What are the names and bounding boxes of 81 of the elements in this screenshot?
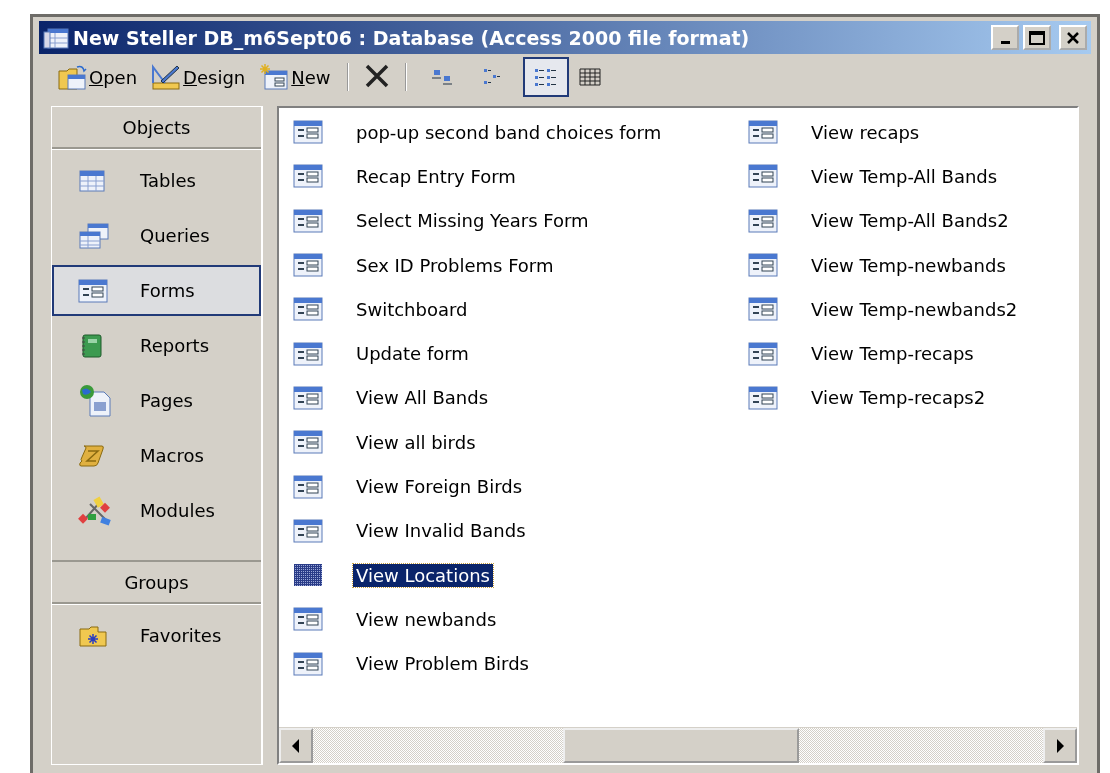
minimize-button[interactable] (991, 25, 1019, 50)
list-item[interactable]: View Temp-recaps2 (808, 386, 989, 410)
form-icon (293, 651, 323, 676)
window-title: New Steller DB_m6Sept06 : Database (Access 2000 file format) (73, 26, 751, 49)
form-icon (748, 164, 778, 189)
web-page-icon (78, 383, 112, 418)
list-item[interactable]: View Invalid Bands (353, 519, 529, 543)
list-item[interactable]: pop-up second band choices form (353, 120, 665, 144)
folder-icon (78, 623, 108, 648)
design-button[interactable]: Design (147, 60, 250, 94)
form-icon (293, 430, 323, 455)
list-item[interactable]: Update form (353, 342, 472, 366)
scroll-right-button[interactable] (1043, 728, 1077, 763)
new-form-icon (259, 63, 290, 91)
form-icon (748, 208, 778, 233)
section-header[interactable]: Groups (52, 560, 261, 604)
form-icon (293, 164, 323, 189)
minimize-icon (1000, 40, 1010, 44)
list-item[interactable]: View Temp-All Bands (808, 164, 1001, 188)
list-item[interactable]: View All Bands (353, 386, 492, 410)
form-icon (748, 253, 778, 278)
close-button[interactable] (1059, 25, 1087, 50)
form-icon (293, 208, 323, 233)
form-icon (748, 120, 778, 145)
form-icon (293, 607, 323, 632)
list-view-icon (532, 66, 559, 88)
list-item[interactable]: Switchboard (353, 297, 471, 321)
sidebar-item[interactable]: Reports (52, 320, 261, 371)
details-view-icon (577, 66, 602, 88)
maximize-button[interactable] (1023, 25, 1051, 50)
list-item[interactable]: View Temp-newbands2 (808, 297, 1021, 321)
left-arrow-icon (291, 737, 301, 754)
form-icon (293, 253, 323, 278)
close-icon (1066, 30, 1080, 45)
list-item[interactable]: View Problem Birds (353, 652, 532, 676)
list-item[interactable]: View all birds (353, 430, 479, 454)
sidebar-item[interactable]: Tables (52, 155, 261, 206)
form-icon (748, 297, 778, 322)
sidebar-item[interactable]: Forms (52, 265, 261, 316)
view-button[interactable] (522, 57, 569, 97)
form-icon (293, 297, 323, 322)
form-icon (293, 518, 323, 543)
list-item[interactable]: Sex ID Problems Form (353, 253, 557, 277)
scroll-thumb[interactable] (563, 728, 799, 763)
form-icon (293, 120, 323, 145)
list-item[interactable]: View Foreign Birds (353, 475, 526, 498)
list-item[interactable]: Select Missing Years Form (353, 209, 592, 233)
list-item[interactable]: Recap Entry Form (353, 164, 519, 188)
large-icons-icon (430, 67, 453, 87)
form-icon (748, 341, 778, 366)
sidebar-item[interactable]: Modules (52, 485, 261, 536)
ruler-pencil-icon (151, 63, 182, 91)
list-item[interactable]: View newbands (353, 607, 500, 631)
list-item[interactable]: View Temp-newbands (808, 253, 1009, 277)
right-arrow-icon (1055, 737, 1065, 754)
form-icon (78, 278, 108, 303)
modules-icon (78, 495, 112, 526)
database-icon (43, 25, 69, 50)
sidebar-item[interactable]: Macros (52, 430, 261, 481)
list-item[interactable]: View Locations (353, 563, 493, 587)
scroll-icon (78, 442, 106, 469)
maximize-icon (1029, 30, 1045, 45)
list-item[interactable]: View recaps (808, 120, 923, 144)
horizontal-scrollbar[interactable] (279, 727, 1077, 763)
section-header[interactable]: Objects (52, 107, 261, 149)
form-icon (293, 385, 323, 410)
scroll-left-button[interactable] (279, 728, 313, 763)
form-icon (293, 341, 323, 366)
sidebar-item[interactable]: Favorites (52, 610, 261, 661)
sidebar-item[interactable]: Queries (52, 210, 261, 261)
sidebar-item[interactable]: Pages (52, 375, 261, 426)
list-item[interactable]: View Temp-recaps (808, 342, 977, 366)
form-icon (748, 385, 778, 410)
new-button[interactable]: New (255, 60, 335, 94)
form-icon (293, 563, 323, 588)
queries-icon (78, 221, 110, 250)
table-icon (78, 168, 106, 193)
list-item[interactable]: View Temp-All Bands2 (808, 209, 1012, 233)
open-button[interactable]: Open (53, 60, 142, 94)
folder-icon (57, 63, 87, 91)
form-icon (293, 474, 323, 499)
